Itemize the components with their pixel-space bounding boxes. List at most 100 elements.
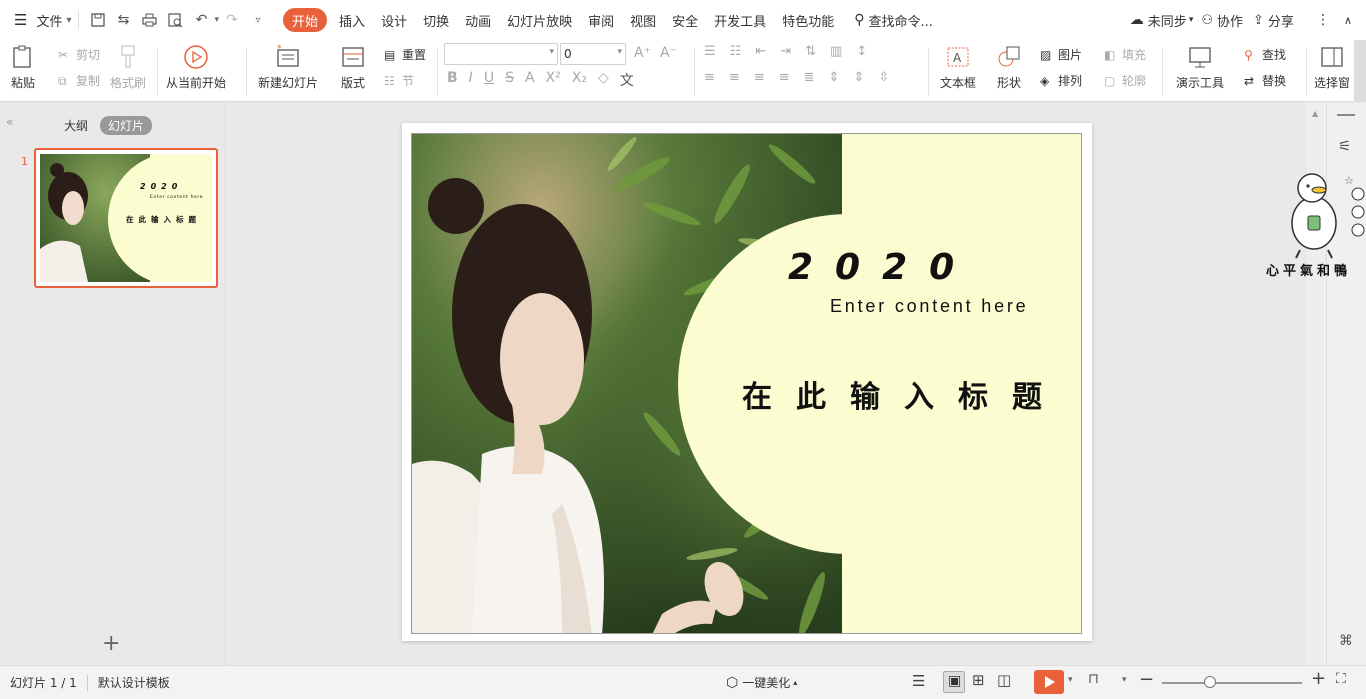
- normal-view-button[interactable]: ▣: [943, 671, 965, 693]
- slide-year[interactable]: 2020: [788, 247, 976, 288]
- columns-icon[interactable]: ▥: [830, 44, 842, 59]
- ribbon-scroll-right[interactable]: [1354, 40, 1366, 102]
- tab-home[interactable]: 开始: [283, 8, 328, 32]
- find-button[interactable]: ⚲ 查找: [1244, 46, 1286, 63]
- fit-window-icon[interactable]: ⛶: [1336, 671, 1346, 687]
- tab-slides[interactable]: 幻灯片: [100, 116, 153, 135]
- redo-icon[interactable]: ↷: [224, 12, 240, 28]
- tab-outline[interactable]: 大纲: [64, 117, 88, 134]
- decrease-font-icon[interactable]: A⁻: [660, 45, 677, 61]
- fill-button[interactable]: ◧ 填充: [1104, 46, 1146, 63]
- slide-canvas[interactable]: 2020 Enter content here 在此输入标题: [402, 123, 1092, 641]
- chevron-down-icon[interactable]: ▾: [1068, 675, 1073, 685]
- collapse-panel-icon[interactable]: «: [6, 115, 13, 129]
- numbering-icon[interactable]: ☷: [730, 44, 742, 59]
- share-button[interactable]: ⇪ 分享: [1253, 8, 1296, 32]
- tab-slideshow[interactable]: 幻灯片放映: [499, 8, 580, 32]
- save-icon[interactable]: [90, 12, 106, 28]
- replace-button[interactable]: ⇄ 替换: [1244, 72, 1286, 89]
- chevron-down-icon[interactable]: ▾: [1122, 675, 1127, 685]
- beautify-button[interactable]: ⬡ 一键美化 ▴: [726, 674, 797, 691]
- paste-button[interactable]: 粘贴: [10, 44, 36, 91]
- font-name-combobox[interactable]: ▾: [444, 43, 558, 65]
- subscript-icon[interactable]: X₂: [572, 70, 587, 90]
- picture-button[interactable]: ▨ 图片: [1040, 46, 1082, 63]
- output-pdf-icon[interactable]: ⇆: [116, 12, 132, 28]
- distribute-icon[interactable]: ≣: [804, 70, 815, 85]
- increase-indent-icon[interactable]: ⇥: [780, 44, 791, 59]
- paragraph-settings-icon[interactable]: ⇳: [878, 70, 889, 85]
- tab-special-features[interactable]: 特色功能: [774, 8, 842, 32]
- align-left-icon[interactable]: ≡: [704, 70, 715, 85]
- tab-transitions[interactable]: 切换: [415, 8, 457, 32]
- print-icon[interactable]: [142, 12, 158, 28]
- collapse-ribbon-icon[interactable]: ∧: [1344, 14, 1352, 27]
- template-name[interactable]: 默认设计模板: [98, 674, 170, 691]
- phonetic-guide-icon[interactable]: 文: [620, 70, 634, 90]
- arrange-button[interactable]: ◈ 排列: [1040, 72, 1082, 89]
- tab-security[interactable]: 安全: [664, 8, 706, 32]
- new-slide-button[interactable]: * 新建幻灯片: [258, 44, 318, 91]
- align-right-icon[interactable]: ≡: [754, 70, 765, 85]
- print-preview-icon[interactable]: [168, 12, 184, 28]
- line-spacing-after-icon[interactable]: ⇕: [853, 70, 864, 85]
- slide-thumbnail[interactable]: 2020 Enter content here 在此输入标题: [34, 148, 218, 288]
- line-spacing-before-icon[interactable]: ⇕: [829, 70, 840, 85]
- layout-button[interactable]: 版式: [340, 44, 366, 91]
- zoom-slider-track[interactable]: [1162, 682, 1302, 684]
- font-size-combobox[interactable]: 0 ▾: [560, 43, 626, 65]
- play-slideshow-button[interactable]: [1034, 670, 1064, 694]
- collaborate-button[interactable]: ⚇ 协作: [1201, 8, 1245, 32]
- notes-toggle-icon[interactable]: ☰: [912, 672, 925, 690]
- italic-icon[interactable]: I: [469, 70, 473, 90]
- tab-insert[interactable]: 插入: [331, 8, 373, 32]
- text-box-button[interactable]: A 文本框: [940, 44, 976, 91]
- tab-design[interactable]: 设计: [373, 8, 415, 32]
- undo-icon[interactable]: ↶: [194, 12, 210, 28]
- font-color-icon[interactable]: A: [525, 70, 535, 90]
- slide-title[interactable]: 在此输入标题: [742, 372, 1066, 416]
- superscript-icon[interactable]: X²: [546, 70, 561, 90]
- slide-subtitle[interactable]: Enter content here: [830, 296, 1029, 317]
- strikethrough-icon[interactable]: S: [505, 70, 514, 90]
- format-painter-button[interactable]: 格式刷: [110, 44, 146, 91]
- customize-quick-access-icon[interactable]: ▿: [250, 12, 266, 28]
- section-button[interactable]: ☷ 节: [384, 72, 414, 89]
- file-menu[interactable]: ☰ 文件 ▾: [14, 8, 72, 32]
- more-options-icon[interactable]: ⋮: [1316, 12, 1330, 28]
- bold-icon[interactable]: B: [447, 70, 458, 90]
- zoom-out-icon[interactable]: −: [1139, 669, 1154, 690]
- bullets-icon[interactable]: ☰: [704, 44, 716, 59]
- reset-button[interactable]: ▤ 重置: [384, 46, 426, 63]
- underline-icon[interactable]: U: [484, 70, 494, 90]
- sync-button[interactable]: ☁ 未同步 ▾: [1130, 8, 1194, 32]
- command-search[interactable]: ⚲ 查找命令...: [854, 8, 935, 32]
- reading-view-icon[interactable]: ◫: [997, 671, 1011, 689]
- zoom-in-icon[interactable]: +: [1311, 668, 1326, 689]
- presentation-tools-button[interactable]: 演示工具: [1176, 44, 1224, 91]
- sidebar-settings-icon[interactable]: ⌘: [1339, 633, 1353, 649]
- properties-icon[interactable]: ⚟: [1338, 137, 1351, 155]
- clear-format-icon[interactable]: ◇: [598, 70, 609, 90]
- cut-button[interactable]: ✂ 剪切: [58, 46, 100, 63]
- tab-view[interactable]: 视图: [622, 8, 664, 32]
- tab-animations[interactable]: 动画: [457, 8, 499, 32]
- decrease-indent-icon[interactable]: ⇤: [755, 44, 766, 59]
- align-center-icon[interactable]: ≡: [729, 70, 740, 85]
- increase-font-icon[interactable]: A⁺: [634, 45, 651, 61]
- shapes-button[interactable]: 形状: [996, 44, 1022, 91]
- justify-icon[interactable]: ≡: [779, 70, 790, 85]
- tab-developer[interactable]: 开发工具: [706, 8, 774, 32]
- outline-button[interactable]: ▢ 轮廓: [1104, 72, 1146, 89]
- scroll-up-icon[interactable]: ▲: [1312, 109, 1318, 118]
- select-pane-button[interactable]: 选择窗: [1314, 44, 1350, 91]
- start-from-current-button[interactable]: 从当前开始: [166, 44, 226, 91]
- chevron-down-icon[interactable]: ▾: [215, 15, 220, 25]
- copy-button[interactable]: ⧉ 复制: [58, 72, 100, 89]
- text-direction-icon[interactable]: ⇅: [805, 44, 816, 59]
- line-spacing-icon[interactable]: ↕: [856, 44, 867, 59]
- best-fit-icon[interactable]: ⊓: [1088, 671, 1099, 687]
- slide-sorter-icon[interactable]: ⊞: [972, 671, 985, 689]
- tab-review[interactable]: 审阅: [580, 8, 622, 32]
- add-slide-icon[interactable]: +: [102, 631, 120, 656]
